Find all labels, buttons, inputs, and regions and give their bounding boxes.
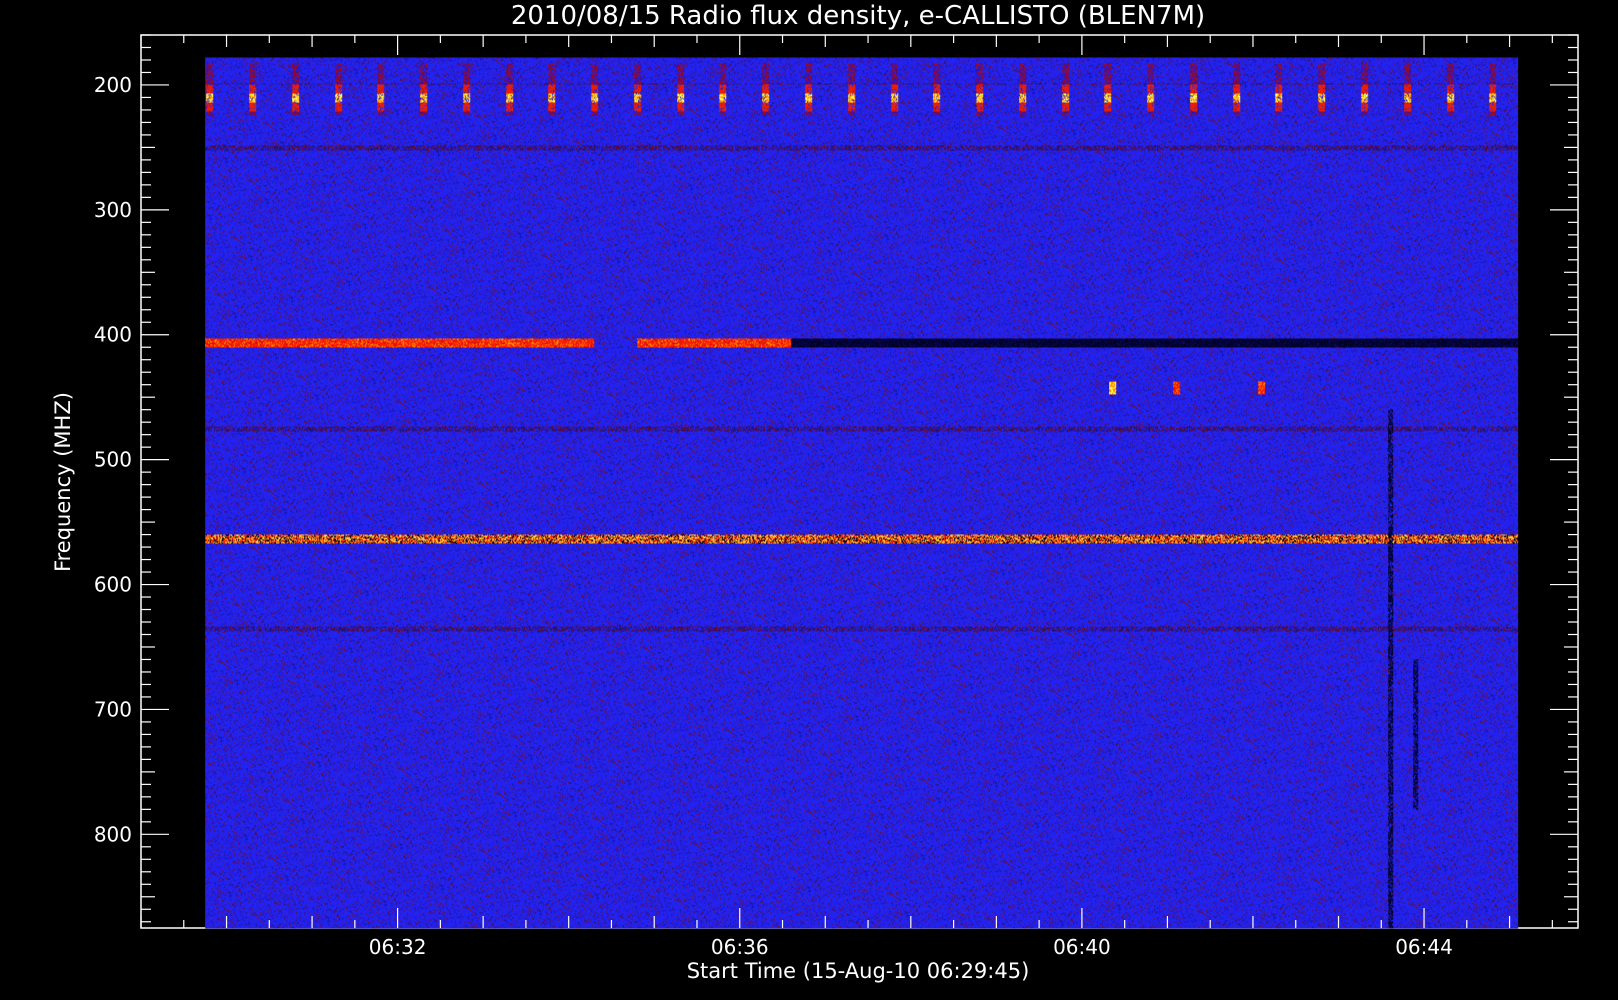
- y-tick-label: 400: [94, 323, 132, 347]
- y-tick-label: 600: [94, 573, 132, 597]
- y-tick-label: 700: [94, 697, 132, 721]
- y-axis-tick-labels: 200 300 400 500 600 700 800: [94, 73, 132, 846]
- spectrogram-chart: 2010/08/15 Radio flux density, e-CALLIST…: [51, 1, 1579, 983]
- x-tick-label: 06:36: [711, 935, 769, 959]
- x-tick-label: 06:44: [1395, 935, 1453, 959]
- y-tick-label: 800: [94, 822, 132, 846]
- y-tick-label: 300: [94, 198, 132, 222]
- x-tick-label: 06:40: [1053, 935, 1111, 959]
- y-tick-label: 200: [94, 73, 132, 97]
- x-tick-label: 06:32: [369, 935, 427, 959]
- chart-title: 2010/08/15 Radio flux density, e-CALLIST…: [511, 1, 1205, 31]
- spectrogram-image: [205, 57, 1519, 929]
- y-tick-label: 500: [94, 448, 132, 472]
- y-axis-label: Frequency (MHZ): [51, 392, 75, 572]
- x-axis-label: Start Time (15-Aug-10 06:29:45): [687, 959, 1030, 983]
- x-axis-tick-labels: 06:32 06:36 06:40 06:44: [369, 935, 1453, 959]
